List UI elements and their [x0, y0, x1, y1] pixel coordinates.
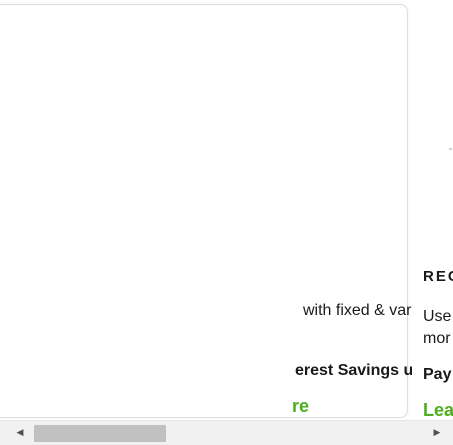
right-card-savings: Pay: [423, 366, 452, 383]
scroll-left-arrow-icon[interactable]: ◀: [8, 421, 32, 445]
product-card-left: [0, 4, 408, 418]
horizontal-scrollbar[interactable]: ◀ ▶: [0, 420, 453, 445]
scrollbar-thumb[interactable]: [34, 425, 166, 442]
scroll-right-arrow-icon[interactable]: ▶: [425, 421, 449, 445]
right-card-description-line-2: mor: [423, 330, 451, 347]
right-card-description-line-1: Use: [423, 308, 452, 325]
card-edge-divider: [449, 148, 452, 150]
page-viewport: with fixed & variable options, plus eres…: [0, 0, 453, 445]
product-card-right: REC Use mor Pay Lea: [412, 4, 453, 420]
left-card-learn-more-link[interactable]: re: [292, 396, 309, 417]
right-card-heading: REC: [423, 268, 453, 285]
right-card-learn-more-link[interactable]: Lea: [423, 400, 453, 421]
right-card-description: Use mor: [423, 306, 451, 350]
